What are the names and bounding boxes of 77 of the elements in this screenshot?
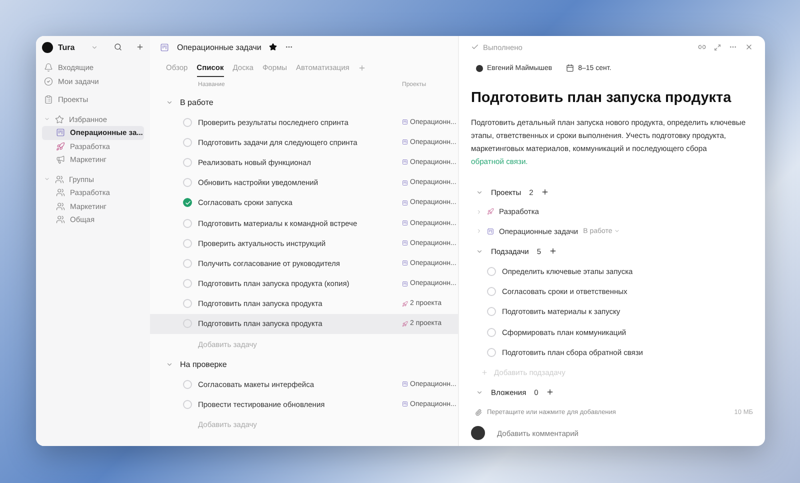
board-icon bbox=[402, 139, 408, 146]
chevron-down-icon[interactable] bbox=[91, 44, 98, 50]
megaphone-icon bbox=[56, 155, 65, 164]
project-title: Операционные задачи bbox=[177, 42, 262, 52]
logo-icon bbox=[42, 42, 53, 52]
workspace-name[interactable]: Tura bbox=[58, 42, 86, 52]
task-checkbox[interactable] bbox=[183, 178, 192, 188]
board-icon bbox=[56, 128, 65, 138]
task-checkbox[interactable] bbox=[183, 299, 192, 308]
add-button[interactable] bbox=[136, 43, 144, 51]
add-icon[interactable] bbox=[549, 247, 558, 255]
board-icon bbox=[402, 180, 408, 186]
task-checkbox[interactable] bbox=[183, 319, 192, 328]
task-checkbox[interactable] bbox=[183, 118, 192, 127]
expand-icon[interactable] bbox=[714, 44, 721, 50]
board-icon bbox=[402, 200, 408, 206]
add-tab-icon[interactable] bbox=[358, 64, 366, 72]
check-icon bbox=[471, 43, 479, 51]
task-checkbox[interactable] bbox=[487, 307, 496, 316]
board-icon bbox=[402, 159, 408, 166]
board-icon bbox=[402, 280, 408, 287]
rocket-icon bbox=[56, 142, 65, 151]
star-icon bbox=[55, 114, 64, 124]
add-icon[interactable] bbox=[541, 188, 550, 196]
clipboard-icon bbox=[44, 95, 53, 104]
board-icon bbox=[402, 119, 408, 126]
task-checkbox[interactable] bbox=[487, 266, 496, 276]
search-button[interactable] bbox=[114, 43, 122, 51]
people-icon bbox=[55, 174, 64, 184]
rocket-icon bbox=[487, 208, 494, 216]
chevron-down-icon[interactable] bbox=[476, 248, 483, 254]
chevron-down-icon[interactable] bbox=[166, 360, 173, 368]
check-circle-icon bbox=[44, 76, 53, 86]
task-checkbox[interactable] bbox=[487, 348, 496, 357]
board-icon bbox=[402, 401, 408, 408]
close-icon[interactable] bbox=[745, 43, 753, 51]
task-checkbox[interactable] bbox=[487, 286, 496, 296]
avatar bbox=[471, 426, 485, 440]
task-checkbox[interactable] bbox=[183, 158, 192, 167]
group-title: На проверке bbox=[180, 360, 227, 369]
chevron-right-icon[interactable] bbox=[476, 208, 482, 215]
people-icon bbox=[56, 202, 65, 211]
chevron-down-icon bbox=[614, 228, 620, 234]
star-icon[interactable] bbox=[269, 43, 278, 51]
task-checkbox[interactable] bbox=[183, 218, 192, 228]
task-checkbox[interactable] bbox=[183, 258, 192, 268]
board-icon bbox=[402, 240, 408, 246]
people-icon bbox=[56, 215, 65, 224]
task-title: Подготовить план запуска продукта bbox=[471, 90, 732, 106]
task-checkbox[interactable] bbox=[183, 238, 192, 248]
task-checkbox[interactable] bbox=[183, 400, 192, 409]
board-icon bbox=[160, 42, 169, 52]
people-icon bbox=[56, 188, 65, 198]
link-icon[interactable] bbox=[698, 43, 706, 51]
chevron-down-icon[interactable] bbox=[44, 116, 50, 122]
paperclip-icon bbox=[475, 408, 482, 416]
chevron-down-icon[interactable] bbox=[44, 176, 50, 182]
add-icon[interactable] bbox=[546, 388, 554, 396]
group-title: В работе bbox=[180, 98, 214, 106]
chevron-right-icon[interactable] bbox=[476, 228, 482, 234]
rocket-icon bbox=[402, 320, 408, 327]
task-checkbox[interactable] bbox=[183, 138, 192, 147]
board-icon bbox=[402, 260, 408, 266]
task-checkbox[interactable] bbox=[487, 328, 496, 337]
calendar-icon bbox=[566, 64, 574, 72]
board-icon bbox=[402, 220, 408, 226]
board-icon bbox=[402, 381, 408, 388]
bell-icon bbox=[44, 63, 53, 72]
rocket-icon bbox=[402, 300, 408, 307]
chevron-down-icon[interactable] bbox=[476, 388, 483, 396]
task-checkbox[interactable] bbox=[183, 279, 192, 288]
chevron-down-icon[interactable] bbox=[166, 98, 173, 106]
task-checkbox[interactable] bbox=[183, 198, 192, 208]
plus-icon bbox=[481, 368, 488, 376]
task-checkbox[interactable] bbox=[183, 380, 192, 389]
chevron-down-icon[interactable] bbox=[476, 188, 483, 196]
board-icon bbox=[487, 228, 494, 235]
